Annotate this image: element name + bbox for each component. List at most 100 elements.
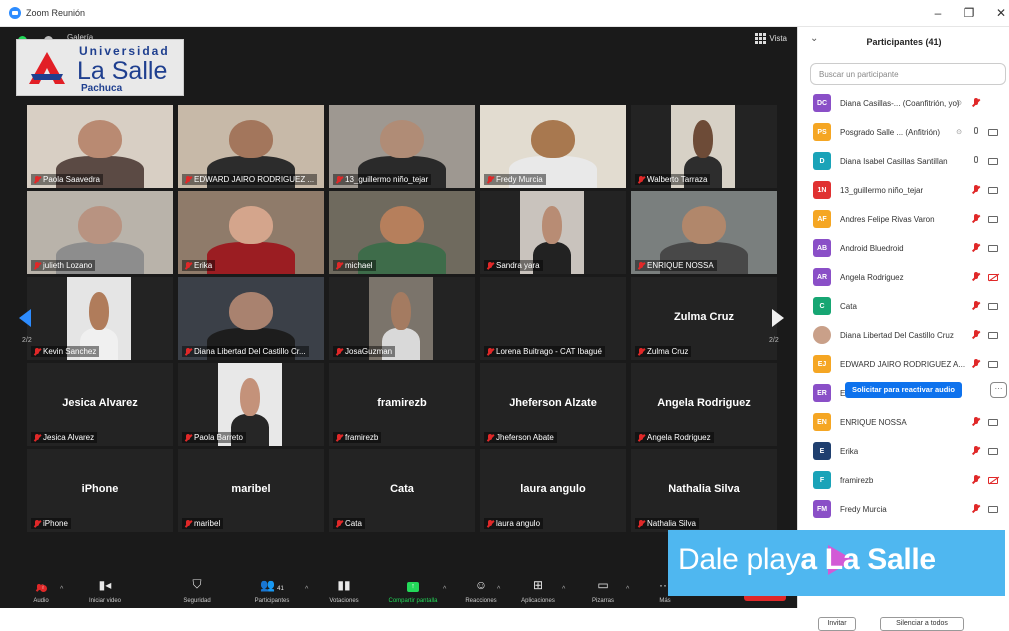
next-page-arrow[interactable] — [772, 309, 784, 327]
audio-button[interactable]: ! Audio — [28, 572, 54, 608]
participant-name: framirezb — [840, 475, 874, 485]
video-tile[interactable]: framirezb framirezb — [329, 363, 475, 446]
mic-muted-icon[interactable] — [972, 446, 980, 456]
audio-options-caret[interactable]: ^ — [60, 586, 63, 593]
apps-options-caret[interactable]: ^ — [562, 586, 565, 593]
video-tile[interactable]: ENRIQUE NOSSA — [631, 191, 777, 274]
video-tile[interactable]: Erika — [178, 191, 324, 274]
minimize-button[interactable]: – — [928, 6, 948, 20]
video-tile[interactable]: Cata Cata — [329, 449, 475, 532]
mic-icon[interactable] — [972, 127, 980, 137]
mute-all-button[interactable]: Silenciar a todos — [880, 617, 964, 631]
participant-row[interactable]: D Diana Isabel Casillas Santillan — [798, 147, 1009, 175]
video-tile[interactable]: 13_guillermo niño_tejar — [329, 105, 475, 188]
camera-icon[interactable] — [988, 302, 998, 310]
mic-muted-icon[interactable] — [972, 243, 980, 253]
close-button[interactable]: ✕ — [991, 6, 1009, 20]
mic-muted-icon[interactable] — [972, 272, 980, 282]
camera-icon[interactable] — [988, 186, 998, 194]
mic-muted-icon[interactable] — [972, 417, 980, 427]
camera-off-icon[interactable] — [988, 273, 998, 281]
camera-off-icon[interactable] — [988, 476, 998, 484]
share-screen-button[interactable]: ↑ Compartir pantalla — [378, 572, 448, 608]
request-unmute-button[interactable]: Solicitar para reactivar audio — [845, 382, 962, 398]
whiteboard-options-caret[interactable]: ^ — [626, 586, 629, 593]
video-tile[interactable]: Fredy Murcia — [480, 105, 626, 188]
participant-row[interactable]: Diana Libertad Del Castillo Cruz — [798, 321, 1009, 349]
video-tile[interactable]: Zulma Cruz Zulma Cruz — [631, 277, 777, 360]
video-tile[interactable]: Kevin Sanchez — [27, 277, 173, 360]
camera-icon[interactable] — [988, 244, 998, 252]
participant-row[interactable]: Fframirezb — [798, 466, 1009, 494]
participant-row[interactable]: AR Angela Rodriguez — [798, 263, 1009, 291]
mic-icon[interactable] — [972, 156, 980, 166]
security-button[interactable]: ⛉ Seguridad — [175, 572, 219, 608]
video-tile[interactable]: julieth Lozano — [27, 191, 173, 274]
participant-row[interactable]: 1N 13_guillermo niño_tejar — [798, 176, 1009, 204]
mic-muted-icon[interactable] — [972, 301, 980, 311]
mic-muted-icon[interactable] — [972, 185, 980, 195]
window-titlebar: Zoom Reunión – ❐ ✕ — [0, 0, 1009, 27]
apps-button[interactable]: ⊞ Aplicaciones — [514, 572, 562, 608]
camera-icon[interactable] — [988, 157, 998, 165]
participant-row[interactable]: FM Fredy Murcia — [798, 495, 1009, 523]
video-tile[interactable]: Lorena Buitrago - CAT Ibagué — [480, 277, 626, 360]
camera-icon[interactable] — [988, 128, 998, 136]
participant-row[interactable]: C Cata — [798, 292, 1009, 320]
video-tile[interactable]: Paola Barreto — [178, 363, 324, 446]
video-tile[interactable]: laura angulo laura angulo — [480, 449, 626, 532]
video-tile[interactable]: maribel maribel — [178, 449, 324, 532]
tile-name-label: laura angulo — [484, 518, 544, 529]
view-button[interactable]: Vista — [755, 33, 787, 44]
video-tile[interactable]: Sandra yara — [480, 191, 626, 274]
video-tile[interactable]: Jesica Alvarez Jesica Alvarez — [27, 363, 173, 446]
participant-row[interactable]: EJ EDWARD JAIRO RODRIGUEZ A... — [798, 350, 1009, 378]
tile-name-text: Lorena Buitrago - CAT Ibagué — [496, 347, 602, 356]
whiteboard-label: Pizarras — [591, 598, 614, 604]
participant-row[interactable]: PS Posgrado Salle ... (Anfitrión) ⊙ — [798, 118, 1009, 146]
participants-options-caret[interactable]: ^ — [305, 586, 308, 593]
mic-muted-icon[interactable] — [972, 475, 980, 485]
mic-muted-icon[interactable] — [972, 330, 980, 340]
maximize-button[interactable]: ❐ — [959, 6, 979, 20]
video-tile[interactable]: Angela Rodriguez Angela Rodriguez — [631, 363, 777, 446]
previous-page-arrow[interactable] — [19, 309, 31, 327]
mic-muted-icon[interactable] — [972, 504, 980, 514]
invite-button[interactable]: Invitar — [818, 617, 856, 631]
start-video-button[interactable]: ▮◂ Iniciar video — [80, 572, 130, 608]
video-tile[interactable]: EDWARD JAIRO RODRIGUEZ ... — [178, 105, 324, 188]
video-tile[interactable]: michael — [329, 191, 475, 274]
video-tile[interactable]: Nathalia Silva Nathalia Silva — [631, 449, 777, 532]
tile-name-text: Kevin Sanchez — [43, 347, 97, 356]
camera-icon[interactable] — [988, 505, 998, 513]
video-tile[interactable]: Walberto Tarraza — [631, 105, 777, 188]
camera-icon[interactable] — [988, 447, 998, 455]
share-options-caret[interactable]: ^ — [443, 586, 446, 593]
camera-icon[interactable] — [988, 331, 998, 339]
tile-name-text: Jheferson Abate — [496, 433, 554, 442]
video-tile[interactable]: iPhone iPhone — [27, 449, 173, 532]
whiteboard-button[interactable]: ▭ Pizarras — [585, 572, 621, 608]
participant-search-input[interactable] — [810, 63, 1006, 85]
participants-button[interactable]: 👥 41 Participantes — [244, 572, 300, 608]
avatar: EJ — [813, 355, 831, 373]
camera-icon[interactable] — [988, 418, 998, 426]
participant-row[interactable]: EN ENRIQUE NOSSA — [798, 408, 1009, 436]
video-tile[interactable]: Diana Libertad Del Castillo Cr... — [178, 277, 324, 360]
mic-muted-icon[interactable] — [972, 98, 980, 108]
participant-name: Posgrado Salle ... (Anfitrión) — [840, 127, 941, 137]
polls-button[interactable]: ▮▮ Votaciones — [322, 572, 366, 608]
reactions-options-caret[interactable]: ^ — [497, 586, 500, 593]
participant-row[interactable]: AF Andres Felipe Rivas Varon — [798, 205, 1009, 233]
participant-row[interactable]: E Erika — [798, 437, 1009, 465]
participant-row[interactable]: DC Diana Casillas-... (Coanfitrión, yo) ⊙ — [798, 89, 1009, 117]
video-tile[interactable]: Paola Saavedra — [27, 105, 173, 188]
video-tile[interactable]: JosaGuzman — [329, 277, 475, 360]
participant-more-button[interactable]: ··· — [990, 382, 1007, 398]
mic-muted-icon[interactable] — [972, 359, 980, 369]
camera-icon[interactable] — [988, 360, 998, 368]
mic-muted-icon[interactable] — [972, 214, 980, 224]
participant-row[interactable]: AB Android Bluedroid — [798, 234, 1009, 262]
camera-icon[interactable] — [988, 215, 998, 223]
video-tile[interactable]: Jheferson Alzate Jheferson Abate — [480, 363, 626, 446]
